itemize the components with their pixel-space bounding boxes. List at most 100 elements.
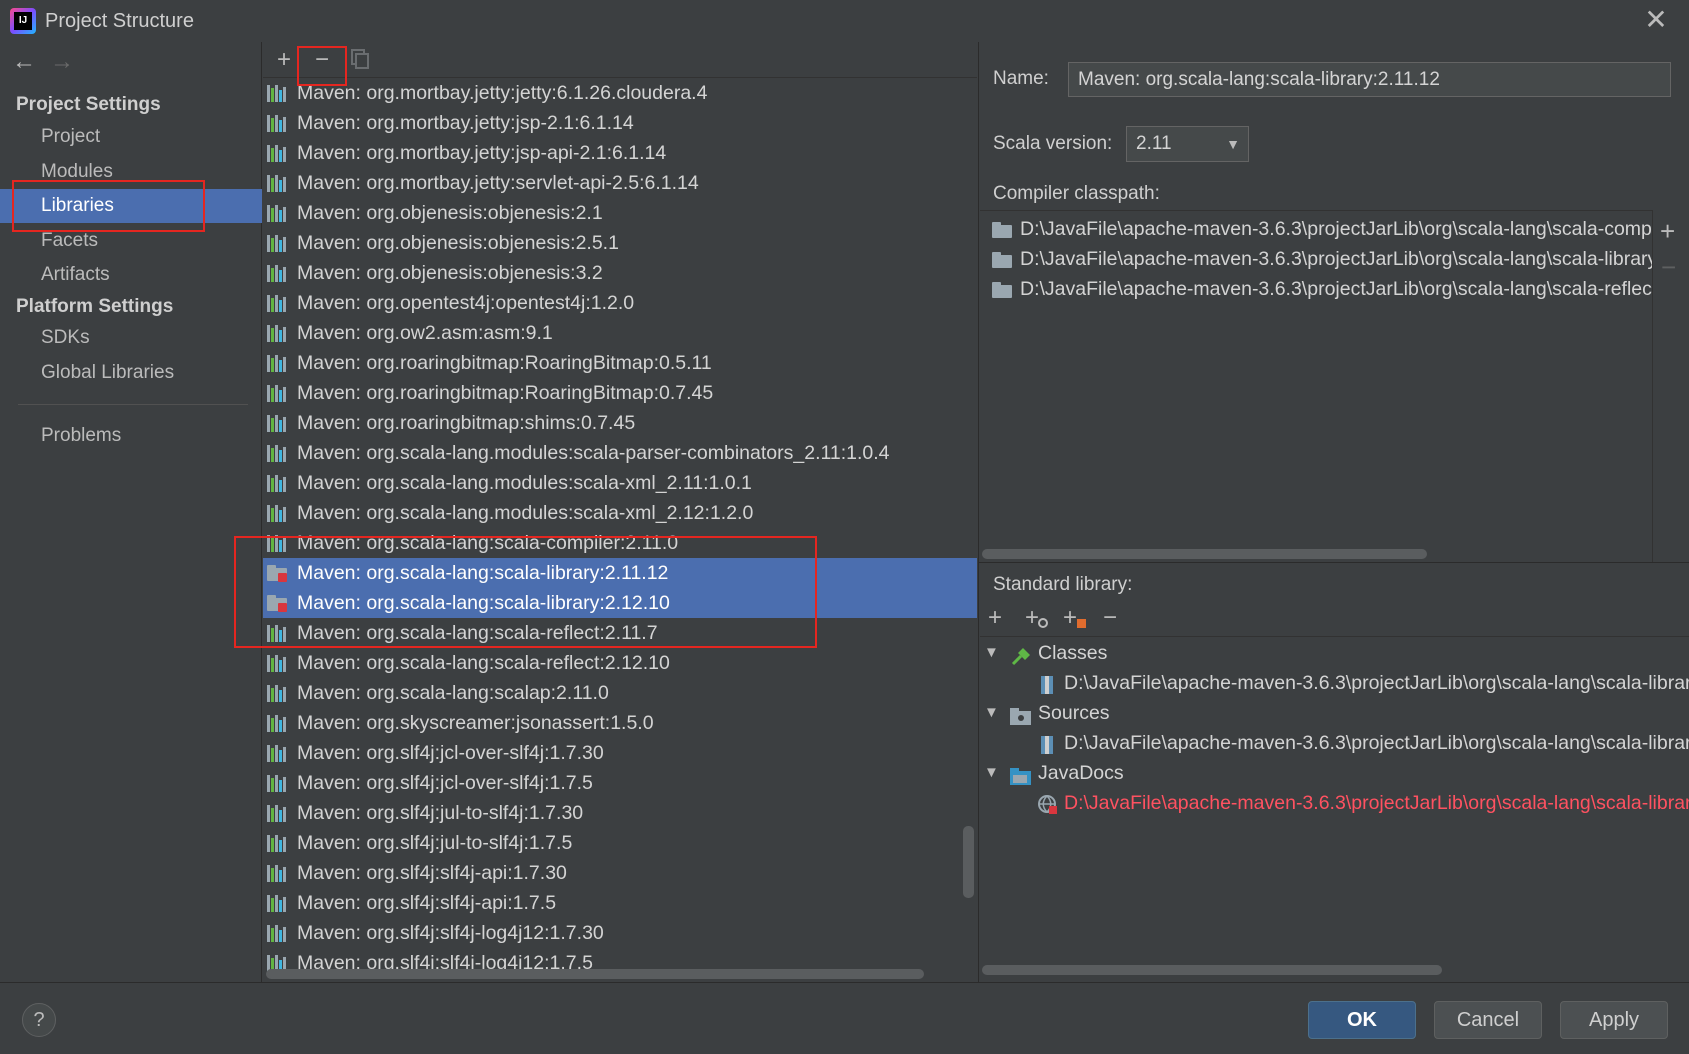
- apply-button[interactable]: Apply: [1560, 1001, 1668, 1039]
- copy-library-icon[interactable]: [348, 48, 370, 70]
- back-arrow-icon[interactable]: ←: [12, 48, 36, 76]
- library-row[interactable]: Maven: org.slf4j:jul-to-slf4j:1.7.30: [263, 798, 977, 828]
- jar-icon: [1038, 674, 1056, 694]
- library-row[interactable]: Maven: org.scala-lang:scala-library:2.12…: [263, 588, 977, 618]
- std-add-icon[interactable]: +: [988, 604, 1002, 632]
- library-name: Maven: org.slf4j:slf4j-api:1.7.5: [297, 892, 557, 914]
- library-row[interactable]: Maven: org.roaringbitmap:RoaringBitmap:0…: [263, 348, 977, 378]
- library-list-vertical-scrollbar[interactable]: [963, 826, 974, 898]
- sidebar-item-problems[interactable]: Problems: [0, 419, 262, 453]
- sidebar-item-facets[interactable]: Facets: [0, 224, 262, 258]
- library-row[interactable]: Maven: org.objenesis:objenesis:2.5.1: [263, 228, 977, 258]
- tree-leaf-javadocs-path[interactable]: D:\JavaFile\apache-maven-3.6.3\projectJa…: [980, 788, 1689, 818]
- std-add-excluded-icon[interactable]: +: [1063, 604, 1086, 632]
- library-bars-icon: [267, 115, 289, 132]
- expand-arrow-icon[interactable]: ▼: [984, 638, 999, 668]
- classpath-path: D:\JavaFile\apache-maven-3.6.3\projectJa…: [1020, 278, 1652, 300]
- library-row[interactable]: Maven: org.scala-lang.modules:scala-xml_…: [263, 468, 977, 498]
- library-row[interactable]: Maven: org.scala-lang:scala-library:2.11…: [263, 558, 977, 588]
- library-row[interactable]: Maven: org.skyscreamer:jsonassert:1.5.0: [263, 708, 977, 738]
- sidebar-item-project[interactable]: Project: [0, 120, 262, 154]
- classpath-row[interactable]: D:\JavaFile\apache-maven-3.6.3\projectJa…: [980, 273, 1652, 305]
- library-bars-icon: [267, 745, 289, 762]
- tree-node-label: Classes: [1038, 642, 1108, 664]
- standard-library-horizontal-scrollbar[interactable]: [982, 965, 1442, 975]
- classpath-remove-icon[interactable]: −: [1661, 252, 1676, 283]
- library-name-input[interactable]: Maven: org.scala-lang:scala-library:2.11…: [1068, 62, 1671, 97]
- classpath-add-icon[interactable]: +: [1660, 216, 1675, 247]
- library-bars-icon: [267, 775, 289, 792]
- library-row[interactable]: Maven: org.roaringbitmap:shims:0.7.45: [263, 408, 977, 438]
- library-row[interactable]: Maven: org.slf4j:slf4j-api:1.7.5: [263, 888, 977, 918]
- library-bars-icon: [267, 205, 289, 222]
- library-list[interactable]: Maven: org.mortbay.jetty:jetty:6.1.26.cl…: [263, 78, 977, 976]
- add-library-icon[interactable]: +: [270, 46, 298, 74]
- tree-leaf-path: D:\JavaFile\apache-maven-3.6.3\projectJa…: [1064, 792, 1689, 814]
- library-row[interactable]: Maven: org.scala-lang:scala-compiler:2.1…: [263, 528, 977, 558]
- library-row[interactable]: Maven: org.slf4j:slf4j-log4j12:1.7.30: [263, 918, 977, 948]
- library-row[interactable]: Maven: org.slf4j:jul-to-slf4j:1.7.5: [263, 828, 977, 858]
- library-row[interactable]: Maven: org.slf4j:slf4j-api:1.7.30: [263, 858, 977, 888]
- tree-node-classes[interactable]: ▼ Classes: [980, 638, 1689, 668]
- compiler-classpath-list[interactable]: D:\JavaFile\apache-maven-3.6.3\projectJa…: [980, 210, 1652, 550]
- help-button[interactable]: ?: [22, 1003, 56, 1037]
- remove-library-icon[interactable]: −: [308, 46, 336, 74]
- expand-arrow-icon[interactable]: ▼: [984, 698, 999, 728]
- library-row[interactable]: Maven: org.opentest4j:opentest4j:1.2.0: [263, 288, 977, 318]
- ok-button[interactable]: OK: [1308, 1001, 1416, 1039]
- library-name: Maven: org.opentest4j:opentest4j:1.2.0: [297, 292, 635, 314]
- sidebar-item-libraries[interactable]: Libraries: [0, 189, 262, 223]
- standard-library-tree[interactable]: ▼ Classes D:\JavaFile\apache-maven-3.6.3…: [980, 636, 1689, 966]
- library-row[interactable]: Maven: org.scala-lang:scala-reflect:2.11…: [263, 618, 977, 648]
- std-add-url-icon[interactable]: +: [1025, 604, 1048, 632]
- section-platform-settings: Platform Settings: [16, 296, 174, 317]
- library-bars-icon: [267, 925, 289, 942]
- library-row[interactable]: Maven: org.scala-lang.modules:scala-xml_…: [263, 498, 977, 528]
- cancel-button[interactable]: Cancel: [1434, 1001, 1542, 1039]
- library-row[interactable]: Maven: org.slf4j:jcl-over-slf4j:1.7.5: [263, 768, 977, 798]
- sidebar-item-artifacts[interactable]: Artifacts: [0, 258, 262, 292]
- library-bars-icon: [267, 475, 289, 492]
- library-row[interactable]: Maven: org.scala-lang:scalap:2.11.0: [263, 678, 977, 708]
- sidebar-item-modules[interactable]: Modules: [0, 155, 262, 189]
- library-row[interactable]: Maven: org.scala-lang:scala-reflect:2.12…: [263, 648, 977, 678]
- library-row[interactable]: Maven: org.objenesis:objenesis:2.1: [263, 198, 977, 228]
- tree-node-sources[interactable]: ▼ Sources: [980, 698, 1689, 728]
- library-name: Maven: org.slf4j:slf4j-api:1.7.30: [297, 862, 567, 884]
- folder-icon: [992, 252, 1014, 268]
- classpath-row[interactable]: D:\JavaFile\apache-maven-3.6.3\projectJa…: [980, 213, 1652, 245]
- library-name: Maven: org.slf4j:jcl-over-slf4j:1.7.5: [297, 772, 593, 794]
- library-row[interactable]: Maven: org.ow2.asm:asm:9.1: [263, 318, 977, 348]
- library-bars-icon: [267, 655, 289, 672]
- std-remove-icon[interactable]: −: [1103, 604, 1117, 632]
- classpath-horizontal-scrollbar[interactable]: [982, 549, 1427, 559]
- library-row[interactable]: Maven: org.mortbay.jetty:servlet-api-2.5…: [263, 168, 977, 198]
- compiler-classpath-label: Compiler classpath:: [993, 183, 1160, 204]
- tree-leaf-path: D:\JavaFile\apache-maven-3.6.3\projectJa…: [1064, 672, 1689, 694]
- sidebar-item-global-libraries[interactable]: Global Libraries: [0, 356, 262, 390]
- classpath-row[interactable]: D:\JavaFile\apache-maven-3.6.3\projectJa…: [980, 243, 1652, 275]
- library-row[interactable]: Maven: org.mortbay.jetty:jsp-api-2.1:6.1…: [263, 138, 977, 168]
- folder-error-icon: [267, 595, 289, 612]
- library-row[interactable]: Maven: org.scala-lang.modules:scala-pars…: [263, 438, 977, 468]
- tree-leaf-classes-path[interactable]: D:\JavaFile\apache-maven-3.6.3\projectJa…: [980, 668, 1689, 698]
- tree-node-javadocs[interactable]: ▼ JavaDocs: [980, 758, 1689, 788]
- library-row[interactable]: Maven: org.mortbay.jetty:jetty:6.1.26.cl…: [263, 78, 977, 108]
- library-name: Maven: org.ow2.asm:asm:9.1: [297, 322, 553, 344]
- library-bars-icon: [267, 715, 289, 732]
- library-list-horizontal-scrollbar[interactable]: [266, 969, 924, 979]
- library-row[interactable]: Maven: org.objenesis:objenesis:3.2: [263, 258, 977, 288]
- intellij-logo-icon: IJ: [10, 8, 36, 34]
- forward-arrow-icon[interactable]: →: [50, 48, 74, 76]
- scala-version-select[interactable]: 2.11 ▼: [1126, 126, 1249, 162]
- sidebar-item-sdks[interactable]: SDKs: [0, 321, 262, 355]
- tree-leaf-sources-path[interactable]: D:\JavaFile\apache-maven-3.6.3\projectJa…: [980, 728, 1689, 758]
- library-name: Maven: org.roaringbitmap:RoaringBitmap:0…: [297, 352, 712, 374]
- library-row[interactable]: Maven: org.mortbay.jetty:jsp-2.1:6.1.14: [263, 108, 977, 138]
- close-icon[interactable]: ✕: [1642, 6, 1670, 34]
- library-bars-icon: [267, 175, 289, 192]
- library-row[interactable]: Maven: org.slf4j:jcl-over-slf4j:1.7.30: [263, 738, 977, 768]
- library-row[interactable]: Maven: org.roaringbitmap:RoaringBitmap:0…: [263, 378, 977, 408]
- expand-arrow-icon[interactable]: ▼: [984, 758, 999, 788]
- library-name: Maven: org.slf4j:slf4j-log4j12:1.7.30: [297, 922, 604, 944]
